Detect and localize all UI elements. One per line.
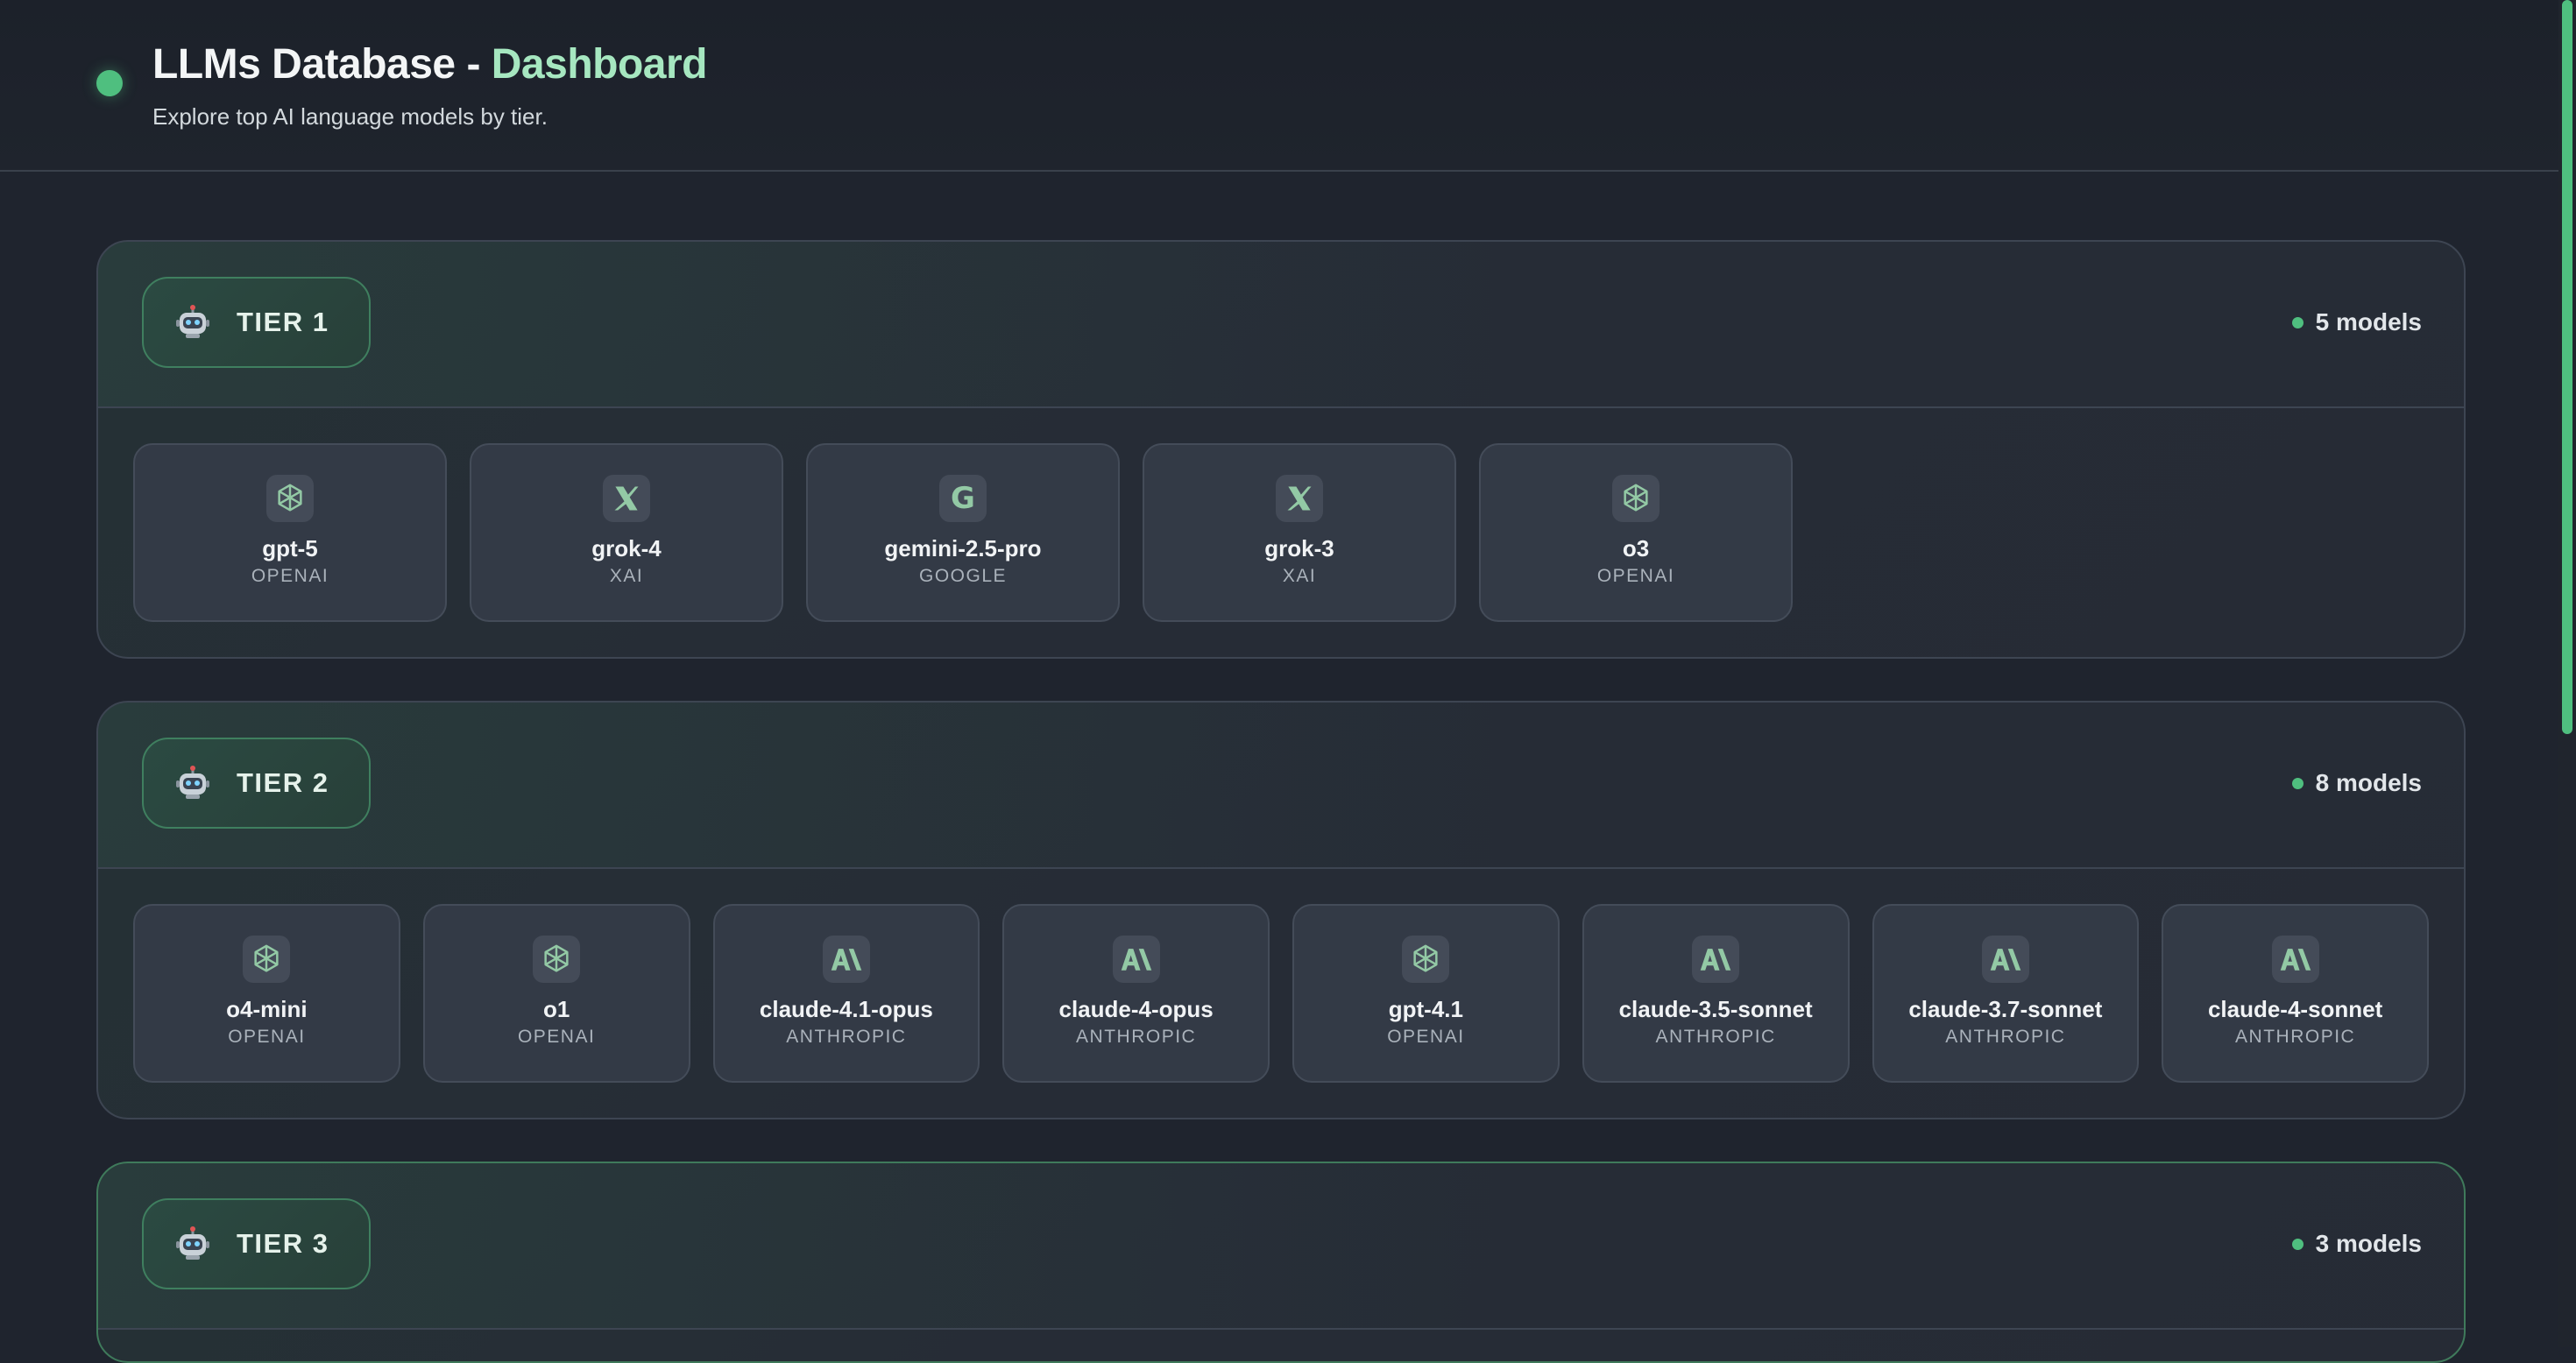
tier-section-1: TIER 1 5 models gpt-5 OPENAI grok-4 XAI …	[96, 240, 2466, 659]
anthropic-icon	[2271, 936, 2319, 983]
model-card[interactable]: o1 OPENAI	[422, 904, 690, 1083]
model-card[interactable]: o3 OPENAI	[1479, 443, 1793, 622]
openai-icon	[266, 475, 314, 522]
model-provider: OPENAI	[251, 566, 329, 586]
robot-icon	[175, 766, 210, 801]
model-provider: ANTHROPIC	[786, 1027, 907, 1047]
model-provider: OPENAI	[1596, 566, 1675, 586]
openai-icon	[533, 936, 581, 983]
scrollbar-thumb[interactable]	[2562, 0, 2572, 734]
model-provider: ANTHROPIC	[1655, 1027, 1776, 1047]
scrollbar-track[interactable]	[2558, 0, 2576, 1347]
model-name: grok-3	[1264, 535, 1334, 561]
tier-label: TIER 3	[237, 1228, 329, 1259]
tier-label: TIER 2	[237, 767, 329, 798]
tier-header: TIER 3 3 models	[98, 1163, 2464, 1330]
count-dot-icon	[2291, 316, 2304, 328]
anthropic-icon	[1692, 936, 1740, 983]
tier-badge[interactable]: TIER 1	[142, 277, 372, 368]
title-main: LLMs Database -	[152, 41, 492, 88]
tier-count-label: 3 models	[2315, 1230, 2422, 1257]
tier-count-label: 5 models	[2315, 308, 2422, 335]
model-card[interactable]: grok-3 XAI	[1143, 443, 1456, 622]
model-card[interactable]: claude-4.1-opus ANTHROPIC	[712, 904, 980, 1083]
tier-model-count: 8 models	[2291, 769, 2422, 797]
robot-icon	[175, 305, 210, 340]
tier-section-3: TIER 3 3 models	[96, 1162, 2466, 1363]
anthropic-icon	[1981, 936, 2029, 983]
model-grid: gpt-5 OPENAI grok-4 XAI G gemini-2.5-pro…	[98, 408, 2464, 657]
model-card[interactable]: claude-3.7-sonnet ANTHROPIC	[1872, 904, 2140, 1083]
openai-icon	[1612, 475, 1660, 522]
model-name: claude-4-opus	[1058, 996, 1214, 1022]
count-dot-icon	[2291, 777, 2304, 789]
robot-icon	[175, 1226, 210, 1261]
title-accent: Dashboard	[491, 41, 708, 88]
model-name: grok-4	[591, 535, 662, 561]
model-name: o1	[542, 996, 570, 1022]
xai-icon	[603, 475, 650, 522]
model-name: o3	[1622, 535, 1650, 561]
model-provider: OPENAI	[517, 1027, 596, 1047]
model-name: claude-3.5-sonnet	[1618, 996, 1813, 1022]
page-header: LLMs Database - Dashboard Explore top AI…	[0, 0, 2558, 172]
model-provider: ANTHROPIC	[2235, 1027, 2356, 1047]
model-name: claude-3.7-sonnet	[1908, 996, 2103, 1022]
page-subtitle: Explore top AI language models by tier.	[152, 103, 548, 130]
google-icon: G	[939, 475, 987, 522]
model-card[interactable]: o4-mini OPENAI	[133, 904, 400, 1083]
xai-icon	[1276, 475, 1323, 522]
model-provider: ANTHROPIC	[1076, 1027, 1197, 1047]
tier-model-count: 5 models	[2291, 308, 2422, 336]
tier-label: TIER 1	[237, 307, 329, 337]
status-dot-icon	[96, 70, 123, 96]
anthropic-icon	[1112, 936, 1160, 983]
tier-model-count: 3 models	[2291, 1230, 2422, 1258]
model-provider: XAI	[1282, 566, 1317, 586]
tier-badge[interactable]: TIER 2	[142, 738, 372, 829]
model-name: o4-mini	[226, 996, 308, 1022]
model-card[interactable]: claude-4-opus ANTHROPIC	[1002, 904, 1270, 1083]
tier-badge[interactable]: TIER 3	[142, 1198, 372, 1289]
tier-header: TIER 1 5 models	[98, 242, 2464, 408]
page-title: LLMs Database - Dashboard	[152, 40, 707, 88]
model-card[interactable]: claude-3.5-sonnet ANTHROPIC	[1582, 904, 1850, 1083]
model-provider: GOOGLE	[918, 566, 1008, 586]
tier-count-label: 8 models	[2315, 769, 2422, 796]
tier-section-2: TIER 2 8 models o4-mini OPENAI o1 OPENAI…	[96, 701, 2466, 1119]
model-name: gpt-4.1	[1388, 996, 1463, 1022]
model-name: gemini-2.5-pro	[884, 535, 1042, 561]
model-grid: o4-mini OPENAI o1 OPENAI claude-4.1-opus…	[98, 869, 2464, 1118]
tier-header: TIER 2 8 models	[98, 703, 2464, 869]
model-provider: XAI	[609, 566, 644, 586]
openai-icon	[243, 936, 291, 983]
model-name: claude-4-sonnet	[2207, 996, 2383, 1022]
model-card[interactable]: G gemini-2.5-pro GOOGLE	[806, 443, 1120, 622]
model-name: claude-4.1-opus	[759, 996, 933, 1022]
model-card[interactable]: gpt-5 OPENAI	[133, 443, 447, 622]
model-card[interactable]: grok-4 XAI	[470, 443, 783, 622]
model-card[interactable]: gpt-4.1 OPENAI	[1292, 904, 1560, 1083]
anthropic-icon	[822, 936, 870, 983]
model-provider: OPENAI	[1387, 1027, 1465, 1047]
model-provider: ANTHROPIC	[1945, 1027, 2066, 1047]
model-name: gpt-5	[262, 535, 318, 561]
model-provider: OPENAI	[228, 1027, 306, 1047]
openai-icon	[1402, 936, 1450, 983]
model-card[interactable]: claude-4-sonnet ANTHROPIC	[2162, 904, 2429, 1083]
count-dot-icon	[2291, 1238, 2304, 1250]
